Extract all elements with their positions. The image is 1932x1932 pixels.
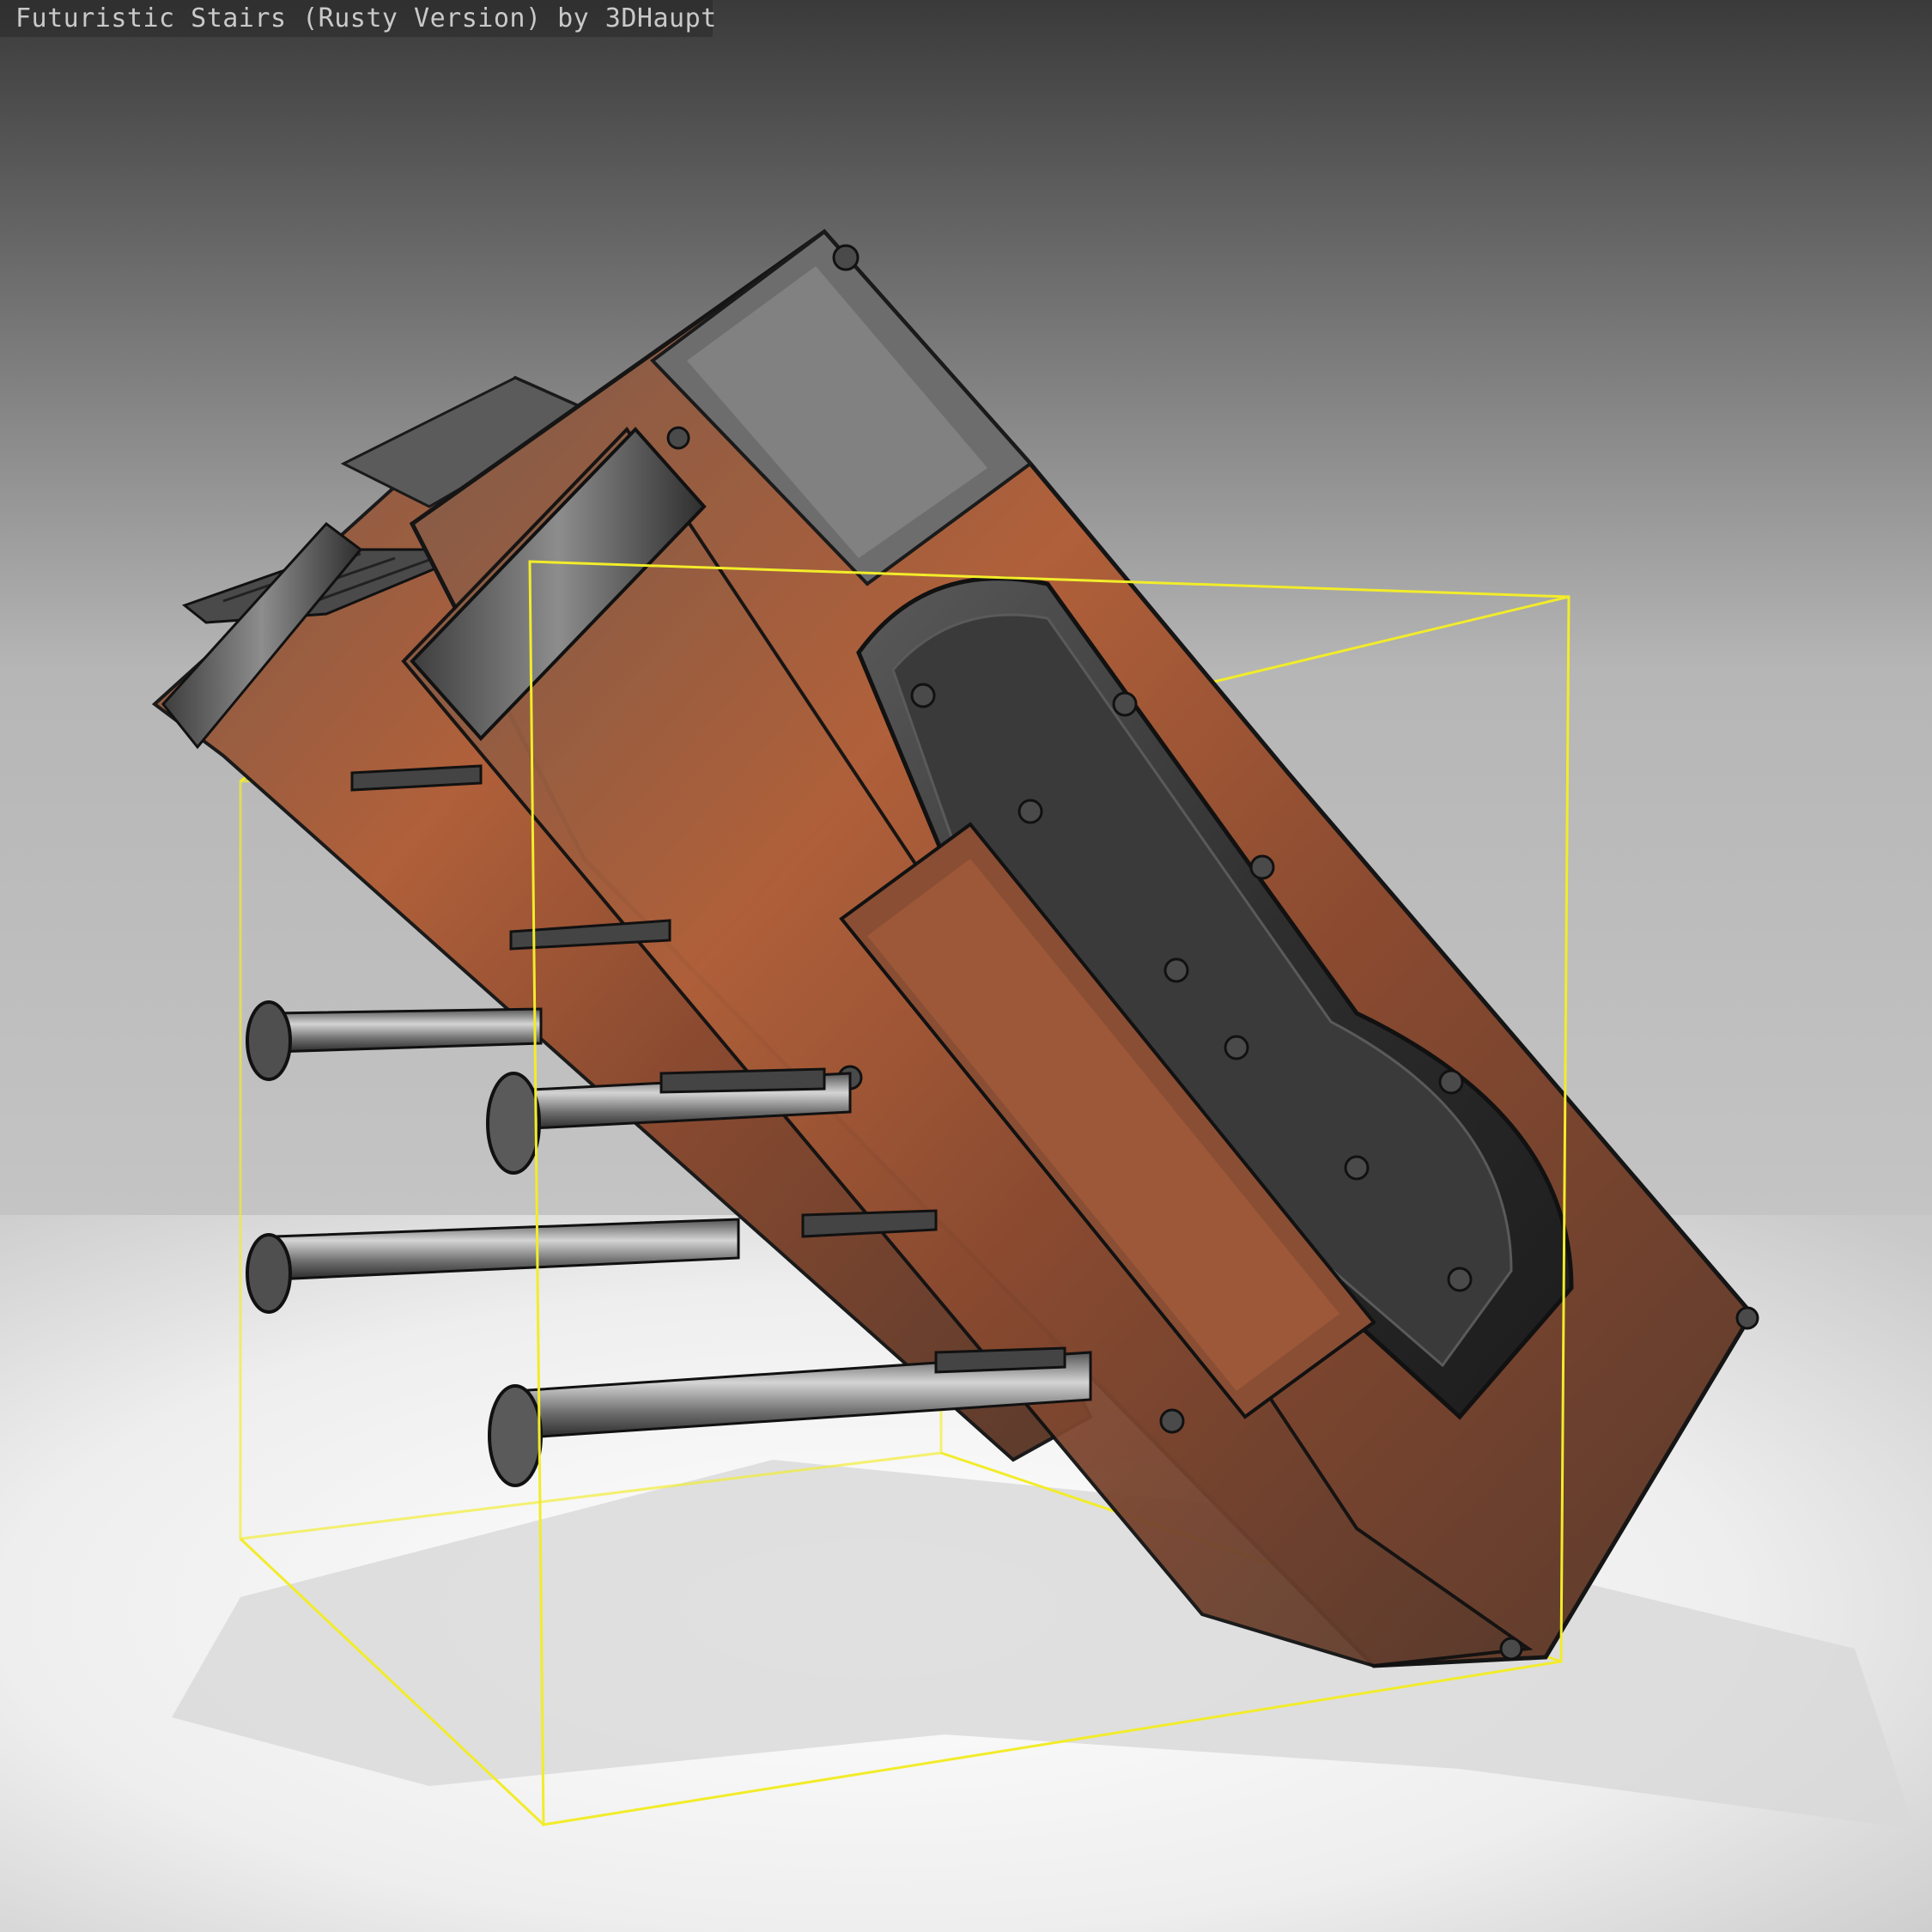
model-title-bar: Futuristic Stairs (Rusty Version) by 3DH…	[0, 0, 716, 37]
3d-viewport[interactable]	[0, 0, 1932, 1932]
model-title: Futuristic Stairs (Rusty Version) by 3DH…	[15, 3, 717, 33]
